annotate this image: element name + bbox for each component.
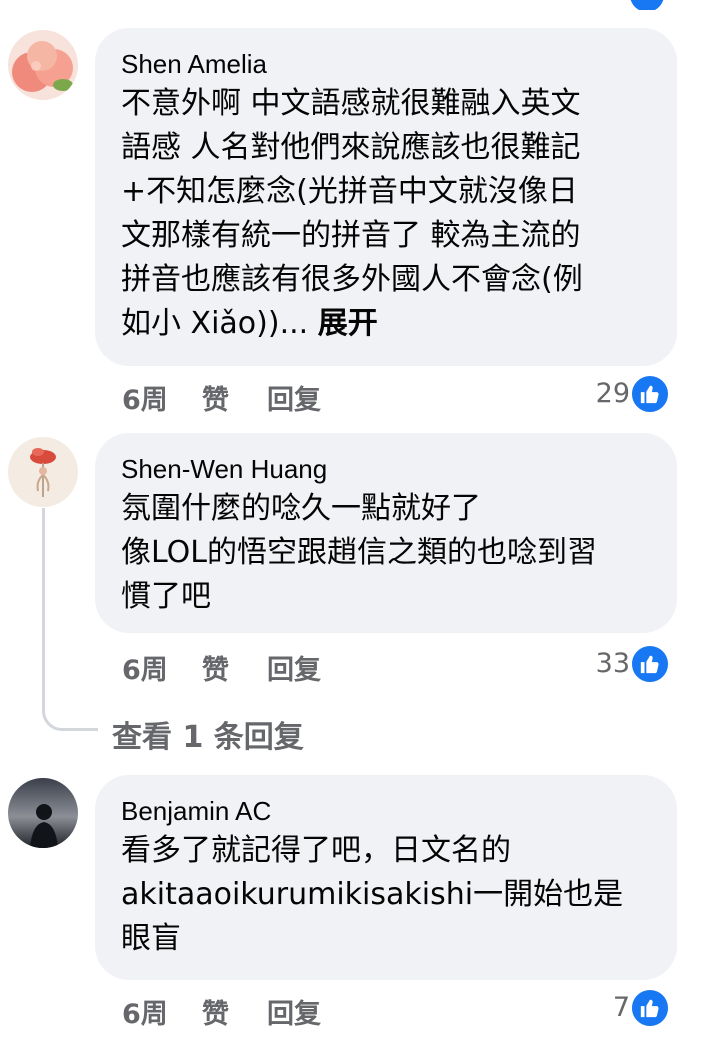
thumbs-up-icon[interactable]: [630, 988, 670, 1028]
thumbs-up-icon[interactable]: [630, 374, 670, 414]
like-button[interactable]: 赞: [202, 992, 229, 1031]
peach-avatar[interactable]: [8, 30, 78, 100]
like-button[interactable]: 赞: [202, 648, 229, 687]
comment-bubble: Benjamin AC 看多了就記得了吧，日文名的 akitaaoikurumi…: [95, 775, 677, 980]
comment-text-line: 拼音也應該有很多外國人不會念(例: [121, 262, 583, 297]
comment-author[interactable]: Shen-Wen Huang: [121, 453, 651, 485]
comment-author[interactable]: Benjamin AC: [121, 795, 651, 827]
comment-actions: 6周 赞 回复 29: [122, 374, 672, 418]
see-more-link[interactable]: 展开: [318, 306, 378, 341]
comment-text-line: 語感 人名對他們來說應該也很難記: [121, 130, 581, 165]
silhouette-avatar[interactable]: [8, 778, 78, 848]
comment-timestamp[interactable]: 6周: [122, 648, 168, 687]
comment-text-line: 眼盲: [121, 921, 181, 956]
comment-text-line: +不知怎麼念(光拼音中文就沒像日: [121, 174, 578, 209]
comment-text-line: 看多了就記得了吧，日文名的: [121, 833, 511, 868]
like-button[interactable]: 赞: [202, 378, 229, 417]
comment-author[interactable]: Shen Amelia: [121, 48, 651, 80]
like-reaction-icon: [630, 0, 664, 10]
previous-comment-fragment: [0, 0, 714, 10]
comment-text-line: 不意外啊 中文語感就很難融入英文: [121, 86, 581, 121]
comment-actions: 6周 赞 回复 7: [122, 988, 672, 1032]
reaction-count[interactable]: 7: [613, 992, 630, 1023]
comment-timestamp[interactable]: 6周: [122, 992, 168, 1031]
reaction-count[interactable]: 29: [596, 378, 630, 409]
comment-text-line: 文那樣有統一的拼音了 較為主流的: [121, 218, 581, 253]
comment-text-line: 如小 Xiǎo))... 展开: [121, 302, 651, 346]
thumbs-up-icon[interactable]: [630, 644, 670, 684]
reply-button[interactable]: 回复: [267, 992, 321, 1031]
view-replies-link[interactable]: 查看 1 条回复: [112, 712, 304, 756]
comment-bubble: Shen-Wen Huang 氛圍什麼的唸久一點就好了 像LOL的悟空跟趙信之類…: [95, 433, 677, 633]
comment-timestamp[interactable]: 6周: [122, 378, 168, 417]
reply-button[interactable]: 回复: [267, 648, 321, 687]
thread-connector-line: [42, 508, 98, 731]
comment-text-line: 慣了吧: [121, 579, 211, 614]
comment-text-line: 像LOL的悟空跟趙信之類的也唸到習: [121, 535, 597, 570]
comment-text-tail: 如小 Xiǎo))...: [121, 306, 309, 341]
comment-text-line: 氛圍什麼的唸久一點就好了: [121, 491, 481, 526]
comment-text-line: akitaaoikurumikisakishi一開始也是: [121, 877, 624, 912]
flower-avatar[interactable]: [8, 437, 78, 507]
reaction-count[interactable]: 33: [596, 648, 630, 679]
reply-button[interactable]: 回复: [267, 378, 321, 417]
comment-actions: 6周 赞 回复 33: [122, 644, 672, 688]
comment-bubble: Shen Amelia 不意外啊 中文語感就很難融入英文 語感 人名對他們來說應…: [95, 28, 677, 366]
